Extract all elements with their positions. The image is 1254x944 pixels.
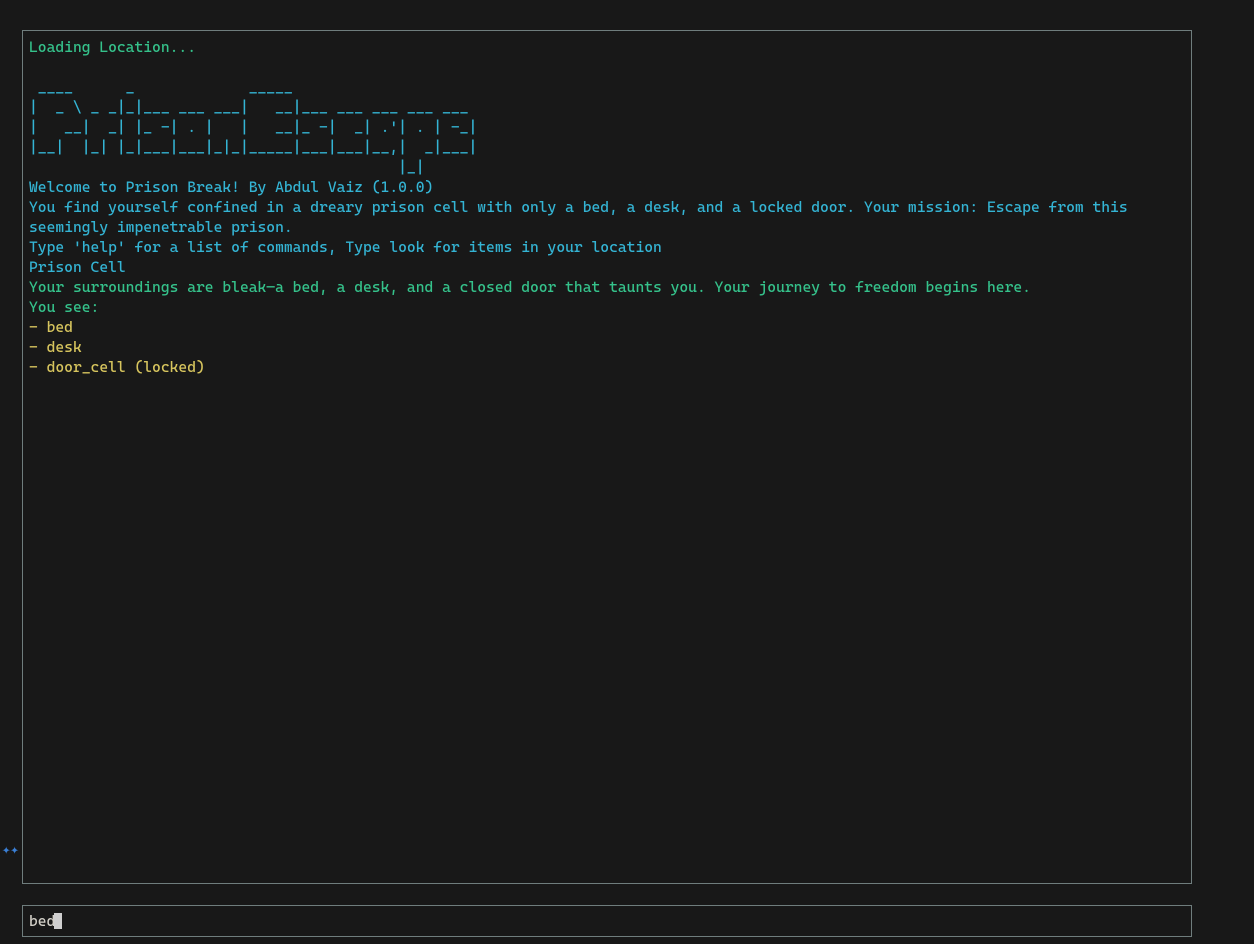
welcome-line: Welcome to Prison Break! By Abdul Vaiz (… — [29, 177, 1185, 197]
command-input-frame[interactable]: bed — [22, 905, 1192, 937]
ascii-banner: ____ _ _____ | _ \ _ _|_|___ ___ ___| __… — [29, 77, 1185, 177]
intro-text: You find yourself confined in a dreary p… — [29, 197, 1185, 237]
help-hint: Type 'help' for a list of commands, Type… — [29, 237, 1185, 257]
item-line: - desk — [29, 337, 1185, 357]
sparkle-icon: ✦✦ — [2, 840, 19, 860]
command-input-text[interactable]: bed — [29, 911, 55, 931]
terminal-output: Loading Location... ____ _ _____ | _ \ _… — [22, 30, 1192, 884]
location-name: Prison Cell — [29, 257, 1185, 277]
item-line: - bed — [29, 317, 1185, 337]
item-line: - door_cell (locked) — [29, 357, 1185, 377]
status-line: Loading Location... — [29, 37, 1185, 57]
location-description: Your surroundings are bleak—a bed, a des… — [29, 277, 1185, 297]
items-header: You see: — [29, 297, 1185, 317]
text-cursor — [54, 913, 62, 929]
blank — [29, 57, 1185, 77]
